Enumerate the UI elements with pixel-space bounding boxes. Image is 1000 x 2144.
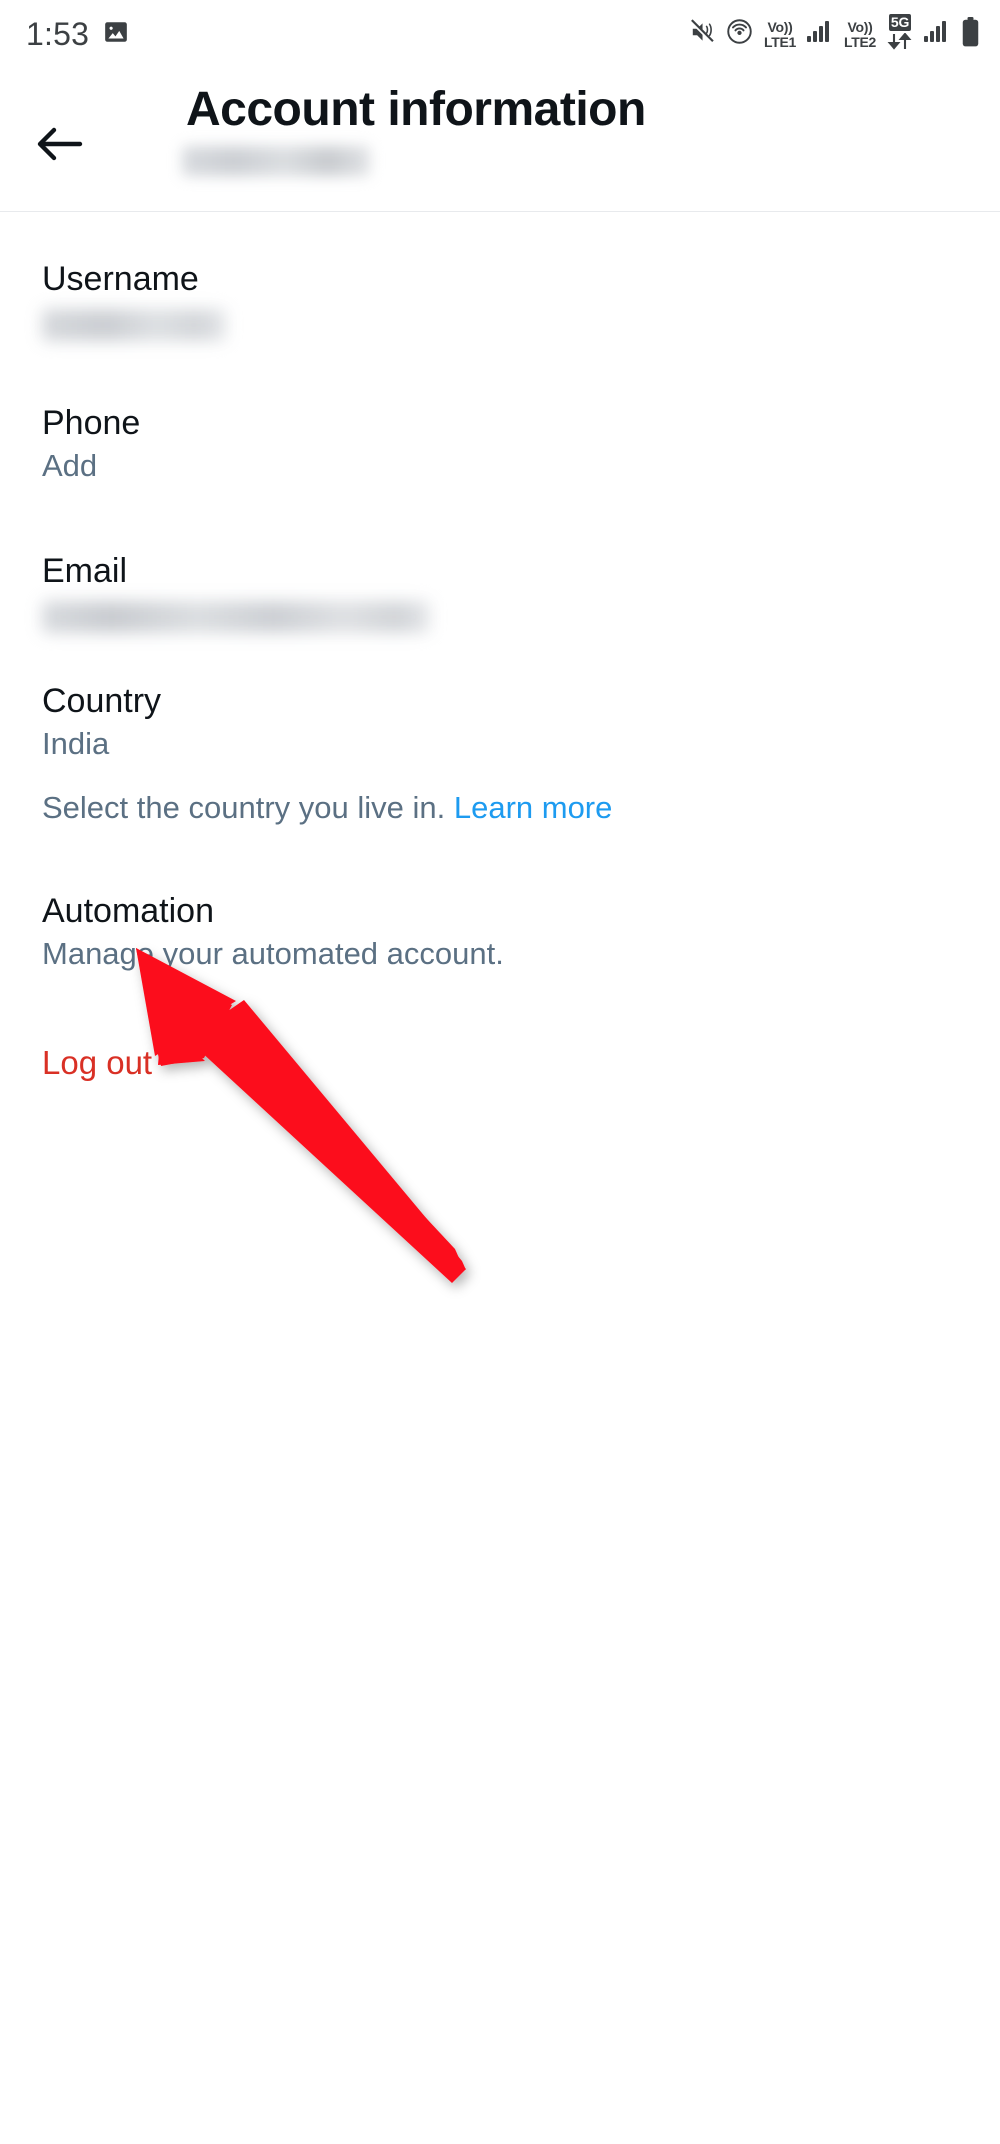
phone-label: Phone	[42, 404, 141, 442]
settings-list: Username Phone Add Email Country India S…	[0, 213, 1000, 1085]
country-value: India	[42, 726, 110, 761]
country-help-row: Select the country you live in. Learn mo…	[0, 787, 1000, 829]
username-label: Username	[42, 260, 199, 298]
hotspot-icon	[726, 18, 753, 50]
spacer-phone-email	[0, 487, 1000, 549]
five-g-data-icon: 5G	[887, 14, 913, 54]
email-label: Email	[42, 552, 128, 590]
status-bar-left: 1:53	[26, 16, 129, 53]
spacer-email-country	[0, 633, 1000, 679]
row-logout[interactable]: Log out	[0, 1041, 1000, 1085]
photo-notification-icon	[103, 19, 129, 50]
status-bar-clock: 1:53	[26, 15, 90, 52]
app-bar: Account information	[0, 68, 1000, 212]
country-help-text: Select the country you live in. Learn mo…	[42, 787, 958, 829]
spacer-username-phone	[0, 341, 1000, 401]
spacer-country-help	[0, 765, 1000, 787]
username-value-redacted	[42, 309, 226, 341]
spacer-top	[0, 213, 1000, 257]
status-bar: 1:53 Vo)) LTE1 Vo)) LTE2 5G	[0, 0, 1000, 68]
email-value-redacted	[42, 601, 430, 633]
automation-description: Manage your automated account.	[42, 936, 504, 971]
logout-button[interactable]: Log out	[42, 1041, 958, 1085]
mute-vibrate-icon	[689, 18, 715, 50]
page-title: Account information	[186, 83, 646, 136]
row-username[interactable]: Username	[0, 257, 1000, 341]
learn-more-link[interactable]: Learn more	[454, 790, 613, 825]
automation-label: Automation	[42, 892, 214, 930]
country-label: Country	[42, 682, 162, 720]
row-email[interactable]: Email	[0, 549, 1000, 633]
data-transfer-arrows-icon	[887, 32, 913, 54]
row-country[interactable]: Country India	[0, 679, 1000, 765]
signal-bars-sim1-icon	[807, 20, 833, 49]
row-phone[interactable]: Phone Add	[0, 401, 1000, 487]
spacer-country-automation	[0, 829, 1000, 889]
signal-bars-sim2-icon	[924, 20, 950, 49]
status-bar-right: Vo)) LTE1 Vo)) LTE2 5G	[689, 14, 980, 54]
volte-2-icon: Vo)) LTE2	[844, 18, 876, 50]
arrow-left-icon	[34, 123, 86, 170]
battery-icon	[961, 16, 980, 52]
country-help-prefix: Select the country you live in.	[42, 790, 446, 825]
row-automation[interactable]: Automation Manage your automated account…	[0, 889, 1000, 975]
phone-value: Add	[42, 448, 98, 483]
back-button[interactable]	[30, 116, 90, 176]
spacer-automation-logout	[0, 975, 1000, 1041]
app-bar-title-block: Account information	[182, 80, 646, 176]
volte-1-icon: Vo)) LTE1	[764, 18, 796, 50]
account-handle-redacted	[182, 146, 370, 176]
phone-screen: 1:53 Vo)) LTE1 Vo)) LTE2 5G Account info…	[0, 0, 1000, 2144]
